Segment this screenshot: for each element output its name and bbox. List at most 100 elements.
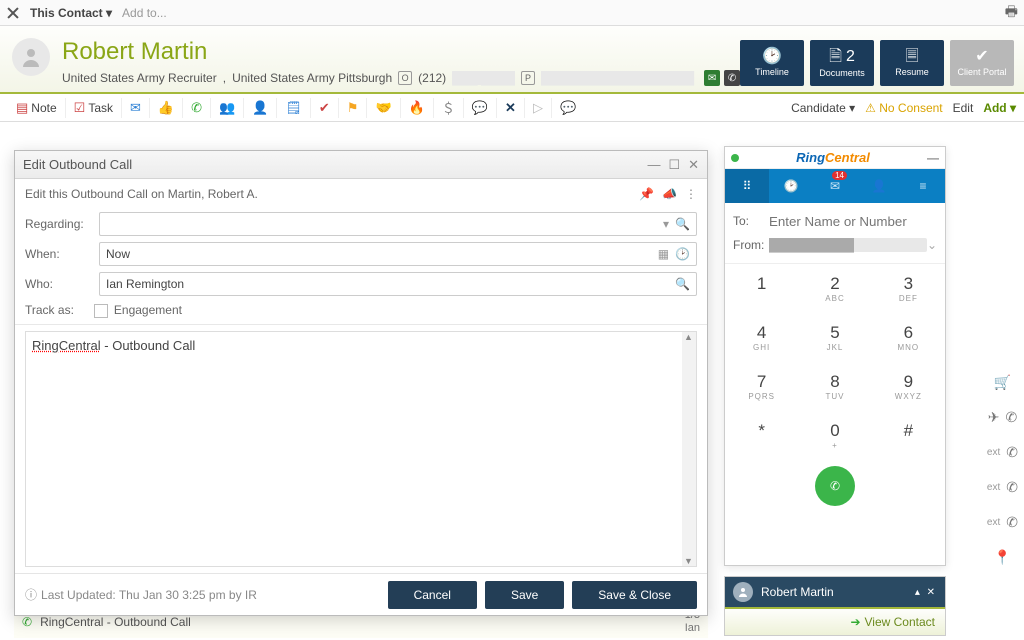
from-label: From: <box>733 238 769 252</box>
modal-maximize-icon[interactable]: ☐ <box>668 157 680 173</box>
dialpad-key-5[interactable]: 5JKL <box>798 313 871 362</box>
rail-location-icon[interactable]: 📍 <box>994 549 1011 566</box>
save-close-button[interactable]: Save & Close <box>572 581 697 609</box>
search-icon[interactable]: 🔍 <box>675 277 690 291</box>
to-label: To: <box>733 214 769 228</box>
who-input[interactable]: Ian Remington🔍 <box>99 272 697 296</box>
mini-avatar <box>733 582 753 602</box>
chevron-down-icon[interactable]: ▾ <box>663 217 669 231</box>
contact-mini-panel: Robert Martin ▴ ✕ ➔View Contact <box>724 576 946 636</box>
call-button[interactable]: ✆ <box>815 466 855 506</box>
flag-icon[interactable]: ⚑ <box>339 98 368 118</box>
when-label: When: <box>25 247 91 261</box>
edit-button[interactable]: Edit <box>953 101 974 115</box>
announce-icon[interactable]: 📣 <box>662 187 677 201</box>
list-icon[interactable]: 🗒 <box>277 98 311 118</box>
dialpad-key-6[interactable]: 6MNO <box>872 313 945 362</box>
clock-icon[interactable]: 🕑 <box>675 247 690 261</box>
dialpad-key-8[interactable]: 8TUV <box>798 362 871 411</box>
avatar <box>12 38 50 76</box>
pin-icon[interactable]: 📌 <box>639 187 654 201</box>
email-type-badge: P <box>521 71 535 85</box>
resume-card[interactable]: 🗏Resume <box>880 40 944 86</box>
calendar-icon[interactable]: ▦ <box>658 247 669 261</box>
contacts-tab[interactable]: 👤 <box>857 169 901 203</box>
handshake-icon[interactable]: 🤝 <box>367 98 400 118</box>
dialpad-key-#[interactable]: # <box>872 411 945 460</box>
dialpad-key-7[interactable]: 7PQRS <box>725 362 798 411</box>
search-icon[interactable]: 🔍 <box>675 217 690 231</box>
call-icon[interactable]: ✆ <box>724 70 740 86</box>
x-icon[interactable]: ✕ <box>497 98 525 118</box>
dialpad-key-9[interactable]: 9WXYZ <box>872 362 945 411</box>
from-chevron-icon[interactable]: ⌄ <box>927 238 937 252</box>
modal-instruction: Edit this Outbound Call on Martin, Rober… <box>25 187 258 201</box>
person-icon[interactable]: 👤 <box>244 98 277 118</box>
modal-body-textarea[interactable]: RingCentral - Outbound Call <box>25 331 697 567</box>
modal-title: Edit Outbound Call <box>23 157 132 172</box>
note-button[interactable]: ▤Note <box>8 98 66 118</box>
scrollbar[interactable] <box>682 332 696 566</box>
mini-contact-name: Robert Martin <box>761 585 834 599</box>
mini-controls[interactable]: ▴ ✕ <box>915 587 937 598</box>
close-icon[interactable] <box>6 6 20 20</box>
edit-call-modal: Edit Outbound Call — ☐ ✕ Edit this Outbo… <box>14 150 708 616</box>
add-dropdown[interactable]: Add <box>983 101 1016 115</box>
view-contact-link[interactable]: ➔View Contact <box>725 607 945 635</box>
menu-tab[interactable]: ≡ <box>901 169 945 203</box>
save-button[interactable]: Save <box>485 581 564 609</box>
regarding-input[interactable]: ▾🔍 <box>99 212 697 236</box>
people-icon[interactable]: 👥 <box>211 98 244 118</box>
candidate-dropdown[interactable]: Candidate <box>791 101 855 115</box>
chat-icon[interactable]: 💬 <box>464 98 497 118</box>
when-input[interactable]: Now▦🕑 <box>99 242 697 266</box>
client-portal-card[interactable]: ✔Client Portal <box>950 40 1014 86</box>
regarding-label: Regarding: <box>25 217 91 231</box>
rail-send-phone[interactable]: ✈✆ <box>988 409 1017 426</box>
rail-ext-phone-2[interactable]: ext✆ <box>987 479 1018 496</box>
dialpad-tab[interactable]: ⠿ <box>725 169 769 203</box>
check-icon[interactable]: ✔ <box>311 98 339 118</box>
cancel-button[interactable]: Cancel <box>388 581 477 609</box>
add-to-button[interactable]: Add to... <box>122 6 167 20</box>
documents-card[interactable]: 🗎2Documents <box>810 40 874 86</box>
this-contact-dropdown[interactable]: This Contact <box>30 6 112 20</box>
play-icon[interactable]: ▷ <box>525 98 552 118</box>
activity-row-text: RingCentral - Outbound Call <box>40 615 191 629</box>
dialpad-key-3[interactable]: 3DEF <box>872 264 945 313</box>
dollar-icon[interactable]: ＄ <box>434 98 464 118</box>
engagement-checkbox[interactable]: Engagement <box>94 303 182 318</box>
messages-tab[interactable]: ✉14 <box>813 169 857 203</box>
activity-user: Ian <box>685 622 700 634</box>
rail-ext-phone-1[interactable]: ext✆ <box>987 444 1018 461</box>
dialpad-key-0[interactable]: 0+ <box>798 411 871 460</box>
job-title: United States Army Recruiter <box>62 71 217 85</box>
print-icon[interactable]: 🖶 <box>1005 1 1018 25</box>
mail-icon[interactable]: ✉ <box>122 98 150 118</box>
to-input[interactable] <box>769 214 937 229</box>
chat2-icon[interactable]: 💬 <box>552 98 584 118</box>
dialpad-key-4[interactable]: 4GHI <box>725 313 798 362</box>
rail-ext-phone-3[interactable]: ext✆ <box>987 514 1018 531</box>
dialpad-key-*[interactable]: * <box>725 411 798 460</box>
phone-icon[interactable]: ✆ <box>183 98 211 118</box>
modal-minimize-icon[interactable]: — <box>647 157 660 173</box>
thumbs-up-icon[interactable]: 👍 <box>150 98 183 118</box>
panel-minimize-icon[interactable]: — <box>927 151 939 165</box>
timeline-card[interactable]: 🕑Timeline <box>740 40 804 86</box>
rail-cart-icon[interactable]: 🛒 <box>994 374 1011 391</box>
ringcentral-dialer: RingCentral — ⠿ 🕑 ✉14 👤 ≡ To: From: ████… <box>724 146 946 566</box>
dialpad-key-2[interactable]: 2ABC <box>798 264 871 313</box>
history-tab[interactable]: 🕑 <box>769 169 813 203</box>
email-redacted: ██████████████████ <box>541 71 694 85</box>
task-button[interactable]: ☑Task <box>66 98 122 118</box>
fire-icon[interactable]: 🔥 <box>401 98 434 118</box>
dialpad-key-1[interactable]: 1 <box>725 264 798 313</box>
modal-close-icon[interactable]: ✕ <box>688 157 699 173</box>
more-icon[interactable]: ⋮ <box>685 187 697 201</box>
ringcentral-logo: RingCentral <box>739 150 927 165</box>
email-icon[interactable]: ✉ <box>704 70 720 86</box>
last-updated-text: ⓘ Last Updated: Thu Jan 30 3:25 pm by IR <box>25 586 257 603</box>
no-consent-badge[interactable]: ⚠ No Consent <box>865 101 942 115</box>
action-toolbar: ▤Note ☑Task ✉ 👍 ✆ 👥 👤 🗒 ✔ ⚑ 🤝 🔥 ＄ 💬 ✕ ▷ … <box>0 94 1024 122</box>
